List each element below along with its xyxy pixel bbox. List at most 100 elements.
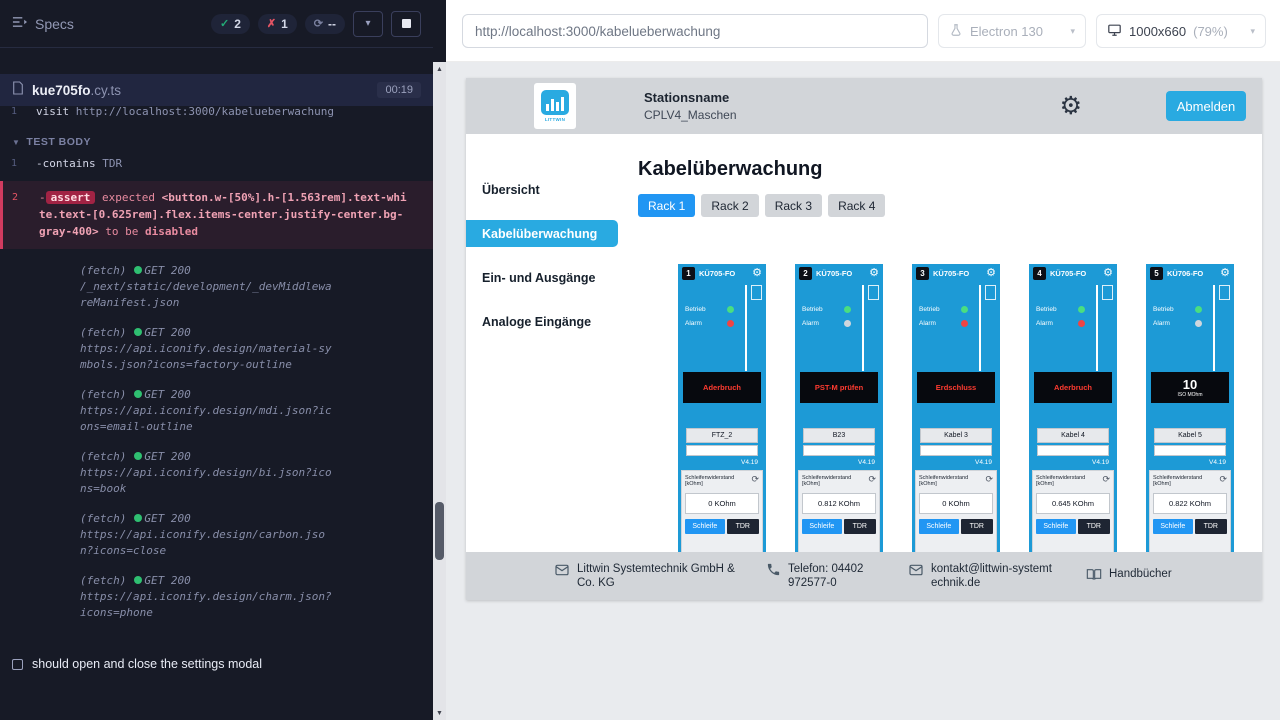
footer-company: Littwin Systemtechnik GmbH & Co. KG [554,562,754,590]
betrieb-led [961,306,968,313]
spec-file-row[interactable]: kue705fo.cy.ts 00:19 [0,74,433,106]
fetch-status: GET 200 [144,326,190,339]
alarm-led [1078,320,1085,327]
name-input[interactable] [920,445,992,456]
pending-count[interactable]: ⟳-- [305,14,345,34]
tab-rack-2[interactable]: Rack 2 [701,194,758,217]
fetch-log-entry[interactable]: (fetch)GET 200 https://api.iconify.desig… [80,387,338,435]
failed-assert-row[interactable]: 2 -assert expected <button.w-[50%].h-[1.… [0,181,433,249]
specs-label[interactable]: Specs [35,16,74,32]
refresh-icon[interactable]: ⟳ [1102,475,1110,483]
tab-rack-4[interactable]: Rack 4 [828,194,885,217]
firmware-version: V4.19 [975,459,992,466]
alarm-led [961,320,968,327]
device-card: 5 KÜ706-FO ⚙ Betrieb Alarm [1146,264,1234,552]
schleife-button[interactable]: Schleife [685,519,725,534]
status-ok-dot [134,514,142,522]
gear-icon[interactable]: ⚙ [869,268,879,279]
sidebar-item-kabelueberwachung[interactable]: Kabelüberwachung [466,220,618,247]
spec-name: kue705fo.cy.ts [32,83,121,98]
name-input[interactable] [1037,445,1109,456]
tdr-button[interactable]: TDR [961,519,993,534]
refresh-icon[interactable]: ⟳ [1219,475,1227,483]
status-ok-dot [134,328,142,336]
sidebar-item-uebersicht[interactable]: Übersicht [466,176,618,203]
station-name: CPLV4_Maschen [644,108,737,122]
scroll-down-arrow[interactable]: ▼ [433,706,446,720]
schleife-button[interactable]: Schleife [1153,519,1193,534]
spec-file-icon [12,81,24,100]
browser-select[interactable]: Electron 130 ▾ [938,14,1086,48]
status-ok-dot [134,390,142,398]
fetch-log-entry[interactable]: (fetch)GET 200 https://api.iconify.desig… [80,573,338,621]
logout-button[interactable]: Abmelden [1166,91,1246,121]
tdr-button[interactable]: TDR [1078,519,1110,534]
fetch-log-entry[interactable]: (fetch)GET 200 https://api.iconify.desig… [80,325,338,373]
visit-command-row[interactable]: 1 visit http://localhost:3000/kabelueber… [0,106,433,124]
sidebar-item-analoge-eingaenge[interactable]: Analoge Eingänge [466,308,618,335]
phone-icon [766,562,781,580]
failed-count[interactable]: ✗1 [258,14,297,34]
command-log: 1 visit http://localhost:3000/kabelueber… [0,106,433,621]
command-arg: TDR [102,157,122,170]
gear-icon[interactable]: ⚙ [752,268,762,279]
gear-icon[interactable]: ⚙ [986,268,996,279]
footer-manuals-link[interactable]: Handbücher [1086,567,1172,586]
betrieb-led [1195,306,1202,313]
refresh-icon[interactable]: ⟳ [751,475,759,483]
tab-rack-3[interactable]: Rack 3 [765,194,822,217]
sidebar-item-ein-und-ausgaenge[interactable]: Ein- und Ausgänge [466,264,618,291]
status-display: 10 ISO MOhm [1151,372,1229,403]
contains-command-row[interactable]: 1 -contains TDR [0,152,433,176]
name-input[interactable] [686,445,758,456]
cypress-header: Specs ✓2 ✗1 ⟳-- ▾ [0,0,433,48]
tdr-button[interactable]: TDR [844,519,876,534]
cable-name: FTZ_2 [686,428,758,443]
viewport-select[interactable]: 1000x660 (79%) ▾ [1096,14,1266,48]
schleife-button[interactable]: Schleife [919,519,959,534]
status-ok-dot [134,266,142,274]
alarm-label: Alarm [802,320,828,327]
url-input[interactable] [462,14,928,48]
specs-menu-icon[interactable] [12,15,27,33]
cable-name: Kabel 5 [1154,428,1226,443]
refresh-icon[interactable]: ⟳ [985,475,993,483]
scrollbar-thumb[interactable] [435,502,444,560]
firmware-version: V4.19 [741,459,758,466]
tdr-button[interactable]: TDR [1195,519,1227,534]
device-model: KÜ705-FO [816,269,852,278]
name-input[interactable] [1154,445,1226,456]
fetch-status: GET 200 [144,574,190,587]
fetch-log-entry[interactable]: (fetch)GET 200 https://api.iconify.desig… [80,511,338,559]
scroll-up-arrow[interactable]: ▲ [433,62,446,76]
station-info: Stationsname CPLV4_Maschen [644,90,737,122]
fetch-log-entry[interactable]: (fetch)GET 200 /_next/static/development… [80,263,338,311]
status-subtext: ISO MOhm [1177,392,1202,398]
scrollbar[interactable]: ▲ ▼ [433,62,446,720]
fetch-label: (fetch) [80,574,126,587]
passed-count[interactable]: ✓2 [211,14,250,34]
fetch-label: (fetch) [80,512,126,525]
settings-gear-icon[interactable]: ⚙ [1060,94,1082,119]
tdr-button[interactable]: TDR [727,519,759,534]
schleife-button[interactable]: Schleife [802,519,842,534]
status-display: PST-M prüfen [800,372,878,403]
schleife-button[interactable]: Schleife [1036,519,1076,534]
measurement-panel: Schleifenwiderstand [kOhm] ⟳ 0.812 KOhm … [798,470,880,552]
fetch-url: https://api.iconify.design/bi.json?icons… [80,465,338,497]
stop-button[interactable] [391,11,421,37]
resistance-value: 0.822 KOhm [1153,493,1227,514]
gear-icon[interactable]: ⚙ [1103,268,1113,279]
fetch-log-entry[interactable]: (fetch)GET 200 https://api.iconify.desig… [80,449,338,497]
resistance-value: 0 KOhm [685,493,759,514]
name-input[interactable] [803,445,875,456]
fetch-label: (fetch) [80,388,126,401]
next-test-row[interactable]: should open and close the settings modal [0,650,433,678]
gear-icon[interactable]: ⚙ [1220,268,1230,279]
refresh-icon[interactable]: ⟳ [868,475,876,483]
tab-rack-1[interactable]: Rack 1 [638,194,695,217]
collapse-button[interactable]: ▾ [353,11,383,37]
test-body-section[interactable]: ▼ TEST BODY [0,124,433,152]
device-number: 2 [799,267,812,280]
fetch-url: https://api.iconify.design/carbon.json?i… [80,527,338,559]
